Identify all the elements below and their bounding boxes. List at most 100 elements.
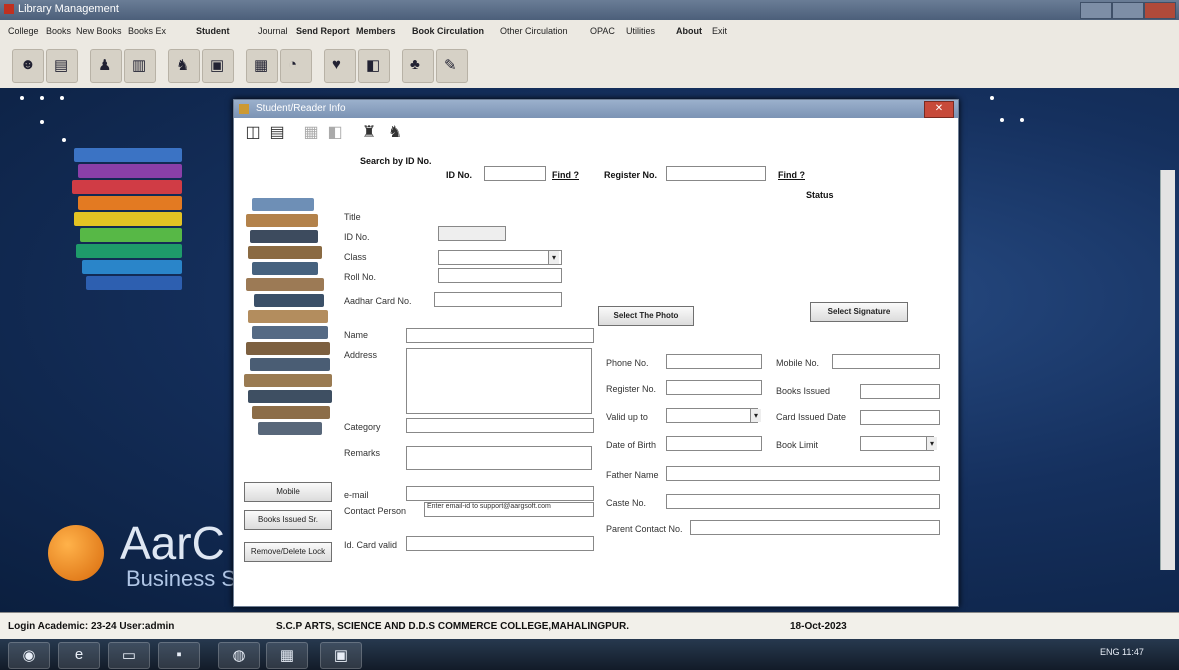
caste-label: Caste No. — [606, 498, 647, 508]
dialog-icon — [239, 104, 249, 114]
select-signature-button[interactable]: Select Signature — [810, 302, 908, 322]
menu-book-circulation[interactable]: Book Circulation — [412, 26, 484, 36]
shelf-icon[interactable]: ◧ — [358, 49, 390, 83]
menu-books-ex[interactable]: Books Ex — [128, 26, 166, 36]
chart-icon[interactable]: ◔ — [280, 49, 312, 83]
dot — [20, 96, 24, 100]
close-button[interactable] — [1144, 2, 1176, 19]
register-no-label: Register No. — [604, 170, 658, 180]
id-card-valid-input[interactable] — [406, 536, 594, 551]
start-icon[interactable]: ◉ — [8, 642, 50, 669]
menu-about[interactable]: About — [676, 26, 702, 36]
reader-icon[interactable]: ♞ — [168, 49, 200, 83]
remove-lock-button[interactable]: Remove/Delete Lock — [244, 542, 332, 562]
contact-person-input[interactable]: Enter email-id to support@aargsoft.com — [424, 502, 594, 517]
exit-icon[interactable]: ♞ — [384, 122, 406, 146]
class-select[interactable] — [438, 250, 562, 265]
email-input[interactable] — [406, 486, 594, 501]
tree-icon[interactable]: ♣ — [402, 49, 434, 83]
books-issued-button[interactable]: Books Issued Sr. — [244, 510, 332, 530]
book-decoration — [248, 310, 328, 323]
calendar-dropdown-icon[interactable]: ▾ — [750, 409, 761, 422]
books-icon[interactable]: ▥ — [124, 49, 156, 83]
id-card-valid-label: Id. Card valid — [344, 540, 398, 550]
mobile-button[interactable]: Mobile — [244, 482, 332, 502]
book-decoration — [246, 342, 330, 355]
dot — [1000, 118, 1004, 122]
books-issued-label: Books Issued — [776, 386, 831, 396]
toolbar: ☻ ▤ ♟ ▥ ♞ ▣ ▦ ◔ ♥ ◧ ♣ ✎ — [0, 44, 1179, 89]
books-issued-input[interactable] — [860, 384, 940, 399]
book-decoration — [244, 374, 332, 387]
pen-icon[interactable]: ✎ — [436, 49, 468, 83]
father-name-input[interactable] — [666, 466, 940, 481]
book-decoration — [252, 326, 328, 339]
aadhar-label: Aadhar Card No. — [344, 296, 412, 306]
menu-new-books[interactable]: New Books — [76, 26, 122, 36]
book-spine — [82, 260, 182, 274]
parent-contact-input[interactable] — [690, 520, 940, 535]
chrome-icon[interactable]: ◍ — [218, 642, 260, 669]
user-icon[interactable]: ♟ — [90, 49, 122, 83]
aadhar-input[interactable] — [434, 292, 562, 307]
register-no-input[interactable] — [666, 166, 766, 181]
new-record-icon[interactable]: ◫ — [242, 122, 264, 146]
people-icon[interactable]: ♥ — [324, 49, 356, 83]
father-name-label: Father Name — [606, 470, 659, 480]
address-label: Address — [344, 350, 378, 360]
book-limit-input[interactable] — [860, 436, 934, 451]
remarks-input[interactable] — [406, 446, 592, 470]
app-icon[interactable]: ▦ — [266, 642, 308, 669]
card-date-input[interactable] — [860, 410, 940, 425]
app2-icon[interactable]: ▣ — [320, 642, 362, 669]
menu-utilities[interactable]: Utilities — [626, 26, 655, 36]
menu-journal[interactable]: Journal — [258, 26, 288, 36]
maximize-button[interactable] — [1112, 2, 1144, 19]
terminal-icon[interactable]: ▪ — [158, 642, 200, 669]
id-no-input[interactable] — [484, 166, 546, 181]
search-icon[interactable]: ♜ — [358, 122, 380, 146]
menu-opac[interactable]: OPAC — [590, 26, 615, 36]
desktop-scrollbar[interactable] — [1160, 170, 1175, 570]
student-info-dialog: Student/Reader Info ✕ ◫ ▤ ▦ ◧ ♜ ♞ Search… — [233, 99, 959, 607]
minimize-button[interactable] — [1080, 2, 1112, 19]
folder-icon[interactable]: ▭ — [108, 642, 150, 669]
reg-no-input[interactable] — [666, 380, 762, 395]
monitor-icon[interactable]: ▤ — [46, 49, 78, 83]
dialog-close-button[interactable]: ✕ — [924, 101, 954, 118]
select-photo-button[interactable]: Select The Photo — [598, 306, 694, 326]
menu-student[interactable]: Student — [196, 26, 230, 36]
print-icon[interactable]: ◧ — [324, 122, 346, 146]
find-id-link[interactable]: Find ? — [552, 170, 579, 180]
mobile-input[interactable] — [832, 354, 940, 369]
menu-exit[interactable]: Exit — [712, 26, 727, 36]
menu-other-circulation[interactable]: Other Circulation — [500, 26, 568, 36]
edge-icon[interactable]: e — [58, 642, 100, 669]
menu-books[interactable]: Books — [46, 26, 71, 36]
report-icon[interactable]: ▦ — [246, 49, 278, 83]
menu-members[interactable]: Members — [356, 26, 396, 36]
dob-input[interactable] — [666, 436, 762, 451]
chevron-down-icon[interactable]: ▾ — [926, 437, 937, 450]
menu-send-report[interactable]: Send Report — [296, 26, 350, 36]
chevron-down-icon[interactable]: ▾ — [548, 251, 559, 264]
dot — [990, 96, 994, 100]
menu-college[interactable]: College — [8, 26, 39, 36]
roll-no-input[interactable] — [438, 268, 562, 283]
delete-icon[interactable]: ▦ — [300, 122, 322, 146]
name-input[interactable] — [406, 328, 594, 343]
caste-input[interactable] — [666, 494, 940, 509]
save-icon[interactable]: ▤ — [266, 122, 288, 146]
card-icon[interactable]: ▣ — [202, 49, 234, 83]
valid-upto-input[interactable] — [666, 408, 758, 423]
roll-no-label: Roll No. — [344, 272, 377, 282]
contact-person-label: Contact Person — [344, 506, 407, 516]
find-register-link[interactable]: Find ? — [778, 170, 805, 180]
system-tray[interactable]: ENG 11:47 — [1100, 647, 1144, 657]
address-textarea[interactable] — [406, 348, 592, 414]
dob-label: Date of Birth — [606, 440, 657, 450]
book-spine — [80, 228, 182, 242]
person-icon[interactable]: ☻ — [12, 49, 44, 83]
category-select[interactable] — [406, 418, 594, 433]
phone-input[interactable] — [666, 354, 762, 369]
